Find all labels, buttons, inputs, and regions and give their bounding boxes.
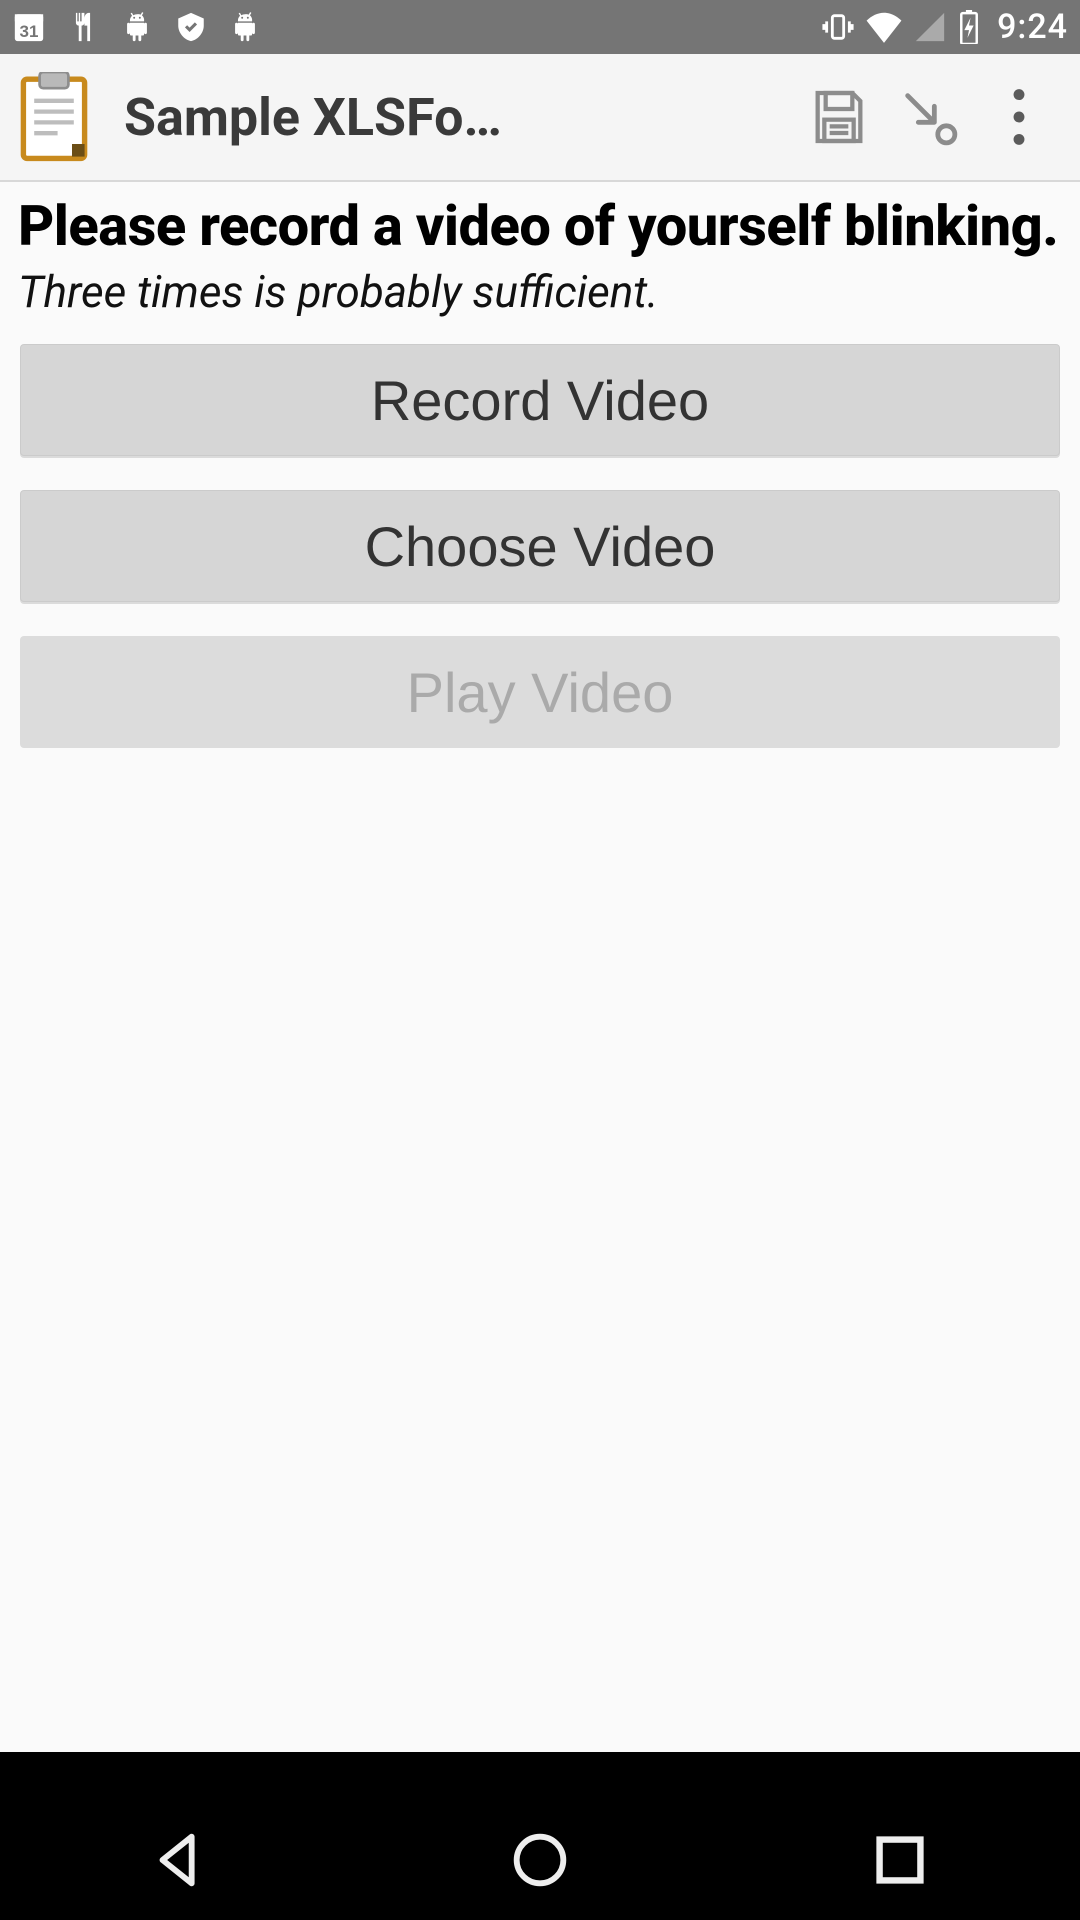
status-left: 31: [12, 10, 262, 44]
app-title: Sample XLSFo…: [124, 87, 794, 148]
status-bar: 31: [0, 0, 1080, 54]
goto-icon[interactable]: [884, 85, 974, 149]
status-clock: 9:24: [997, 7, 1068, 47]
battery-charging-icon: [957, 10, 981, 44]
cell-signal-icon: [913, 10, 947, 44]
clipboard-icon[interactable]: [16, 72, 92, 162]
fork-knife-icon: [66, 10, 100, 44]
question-hint: Three times is probably sufficient.: [18, 266, 1062, 318]
calendar-icon: 31: [12, 10, 46, 44]
play-badge-icon: [174, 10, 208, 44]
more-vert-icon[interactable]: [974, 85, 1064, 149]
nav-back-icon[interactable]: [145, 1825, 215, 1895]
status-right: 9:24: [821, 7, 1068, 47]
vibrate-icon: [821, 10, 855, 44]
app-bar: Sample XLSFo…: [0, 54, 1080, 182]
nav-recent-icon[interactable]: [865, 1825, 935, 1895]
android-icon-2: [228, 10, 262, 44]
question-title: Please record a video of yourself blinki…: [18, 196, 1062, 256]
record-video-button[interactable]: Record Video: [20, 344, 1060, 456]
play-video-button: Play Video: [20, 636, 1060, 748]
button-column: Record Video Choose Video Play Video: [0, 318, 1080, 748]
svg-text:31: 31: [20, 22, 39, 41]
save-icon[interactable]: [794, 85, 884, 149]
system-nav-bar: [0, 1752, 1080, 1920]
nav-home-icon[interactable]: [505, 1825, 575, 1895]
android-icon: [120, 10, 154, 44]
wifi-icon: [865, 10, 903, 44]
form-content: Please record a video of yourself blinki…: [0, 182, 1080, 318]
choose-video-button[interactable]: Choose Video: [20, 490, 1060, 602]
